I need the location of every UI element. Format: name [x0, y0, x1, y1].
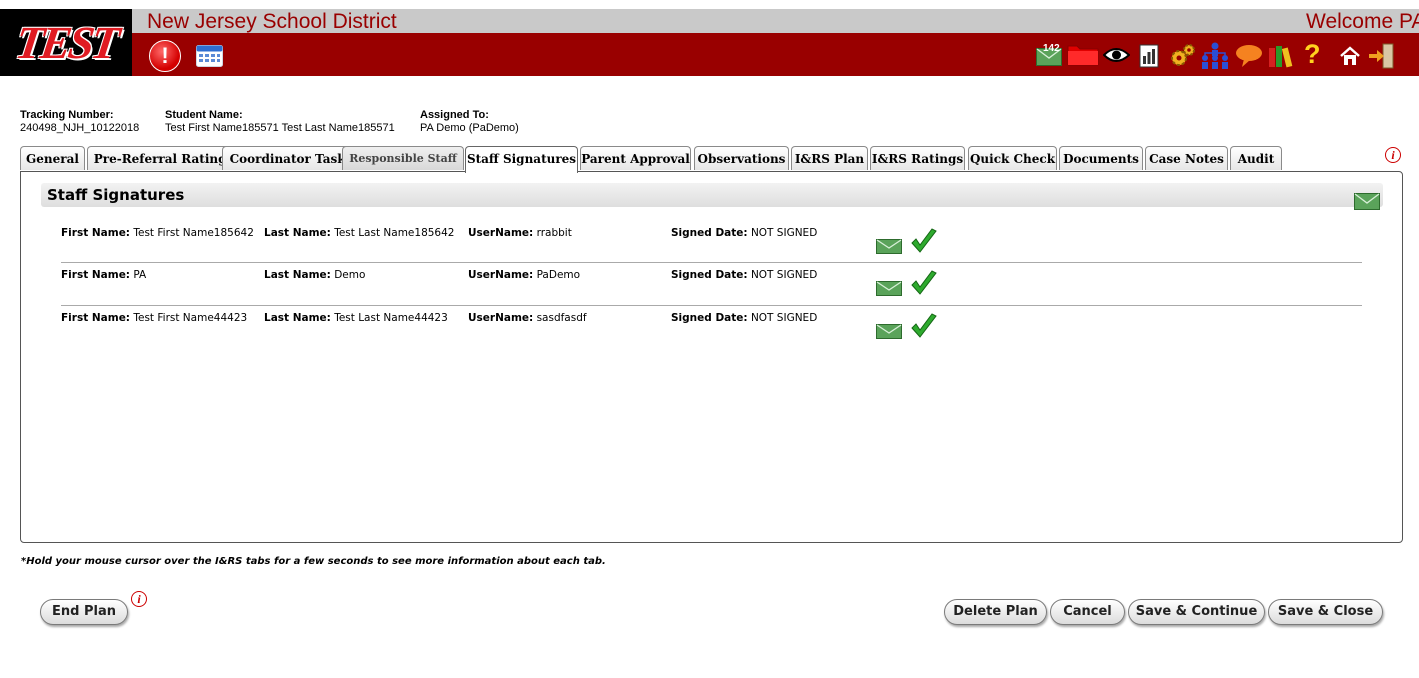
send-email-icon[interactable]: [876, 324, 902, 339]
sign-checkmark-icon[interactable]: [910, 270, 938, 297]
first-name-label: First Name:: [61, 227, 131, 239]
first-name-value: Test First Name44423: [133, 312, 248, 324]
district-name: New Jersey School District: [147, 10, 397, 33]
tab-pre-referral-ratings[interactable]: Pre-Referral Ratings: [87, 146, 240, 170]
username-label: UserName:: [468, 269, 534, 281]
tracking-number-label: Tracking Number:: [20, 109, 114, 121]
last-name-value: Test Last Name185642: [334, 227, 455, 239]
tab-observations[interactable]: Observations: [694, 146, 789, 170]
tracking-number: Tracking Number: 240498_NJH_10122018: [20, 109, 139, 135]
last-name-label: Last Name:: [264, 269, 331, 281]
logo[interactable]: TEST: [0, 9, 132, 76]
logo-text: TEST: [12, 17, 120, 68]
username-label: UserName:: [468, 312, 534, 324]
mail-count: 142: [1043, 43, 1060, 54]
first-name-field: First Name: PA: [61, 269, 146, 281]
signed-date-field: Signed Date: NOT SIGNED: [671, 227, 817, 239]
last-name-field: Last Name: Test Last Name44423: [264, 312, 448, 324]
username-field: UserName: PaDemo: [468, 269, 580, 281]
signed-date-label: Signed Date:: [671, 269, 748, 281]
calendar-icon[interactable]: [196, 43, 223, 67]
eye-icon[interactable]: [1103, 46, 1130, 64]
tab-hint-note: *Hold your mouse cursor over the I&RS ta…: [21, 556, 606, 567]
student-name-value: Test First Name185571 Test Last Name1855…: [165, 122, 395, 134]
username-value: PaDemo: [536, 269, 581, 281]
folder-icon[interactable]: [1067, 42, 1099, 66]
student-name-label: Student Name:: [165, 109, 243, 121]
alert-icon[interactable]: !: [149, 40, 181, 72]
signed-date-value: NOT SIGNED: [750, 269, 818, 281]
staff-signatures-panel: Staff Signatures First Name: Test First …: [20, 171, 1403, 543]
help-info-icon[interactable]: i: [1385, 147, 1401, 163]
last-name-field: Last Name: Test Last Name185642: [264, 227, 454, 239]
logout-icon[interactable]: [1368, 43, 1396, 69]
save-continue-button[interactable]: Save & Continue: [1128, 599, 1265, 625]
tab-audit[interactable]: Audit: [1230, 146, 1282, 170]
welcome-text: Welcome PA: [1306, 10, 1419, 33]
first-name-value: Test First Name185642: [133, 227, 254, 239]
section-title: Staff Signatures: [47, 186, 185, 204]
tab-quick-check[interactable]: Quick Check: [968, 146, 1057, 170]
username-value: sasdfasdf: [536, 312, 587, 324]
app-header: TEST New Jersey School District Welcome …: [0, 0, 1419, 76]
section-header: Staff Signatures: [41, 183, 1383, 207]
home-icon[interactable]: [1339, 46, 1361, 66]
signed-date-value: NOT SIGNED: [750, 227, 818, 239]
assigned-to-label: Assigned To:: [420, 109, 489, 121]
cancel-button[interactable]: Cancel: [1050, 599, 1125, 625]
assigned-to-value: PA Demo (PaDemo): [420, 122, 519, 134]
student-name: Student Name: Test First Name185571 Test…: [165, 109, 395, 135]
report-icon[interactable]: [1139, 44, 1159, 68]
sign-checkmark-icon[interactable]: [910, 228, 938, 255]
last-name-value: Test Last Name44423: [334, 312, 448, 324]
email-all-icon[interactable]: [1354, 193, 1380, 210]
first-name-field: First Name: Test First Name44423: [61, 312, 247, 324]
send-email-icon[interactable]: [876, 239, 902, 254]
last-name-value: Demo: [334, 269, 366, 281]
first-name-label: First Name:: [61, 269, 131, 281]
tab-staff-signatures[interactable]: Staff Signatures: [465, 146, 578, 173]
staff-row: First Name: Test First Name185642 Last N…: [61, 227, 1362, 263]
first-name-field: First Name: Test First Name185642: [61, 227, 254, 239]
staff-row: First Name: PA Last Name: Demo UserName:…: [61, 269, 1362, 306]
tab-responsible-staff[interactable]: Responsible Staff: [342, 146, 464, 170]
username-value: rrabbit: [536, 227, 572, 239]
first-name-label: First Name:: [61, 312, 131, 324]
tab-coordinator-tasks[interactable]: Coordinator Tasks: [222, 146, 360, 170]
save-close-button[interactable]: Save & Close: [1268, 599, 1383, 625]
tab-general[interactable]: General: [20, 146, 85, 170]
last-name-label: Last Name:: [264, 227, 331, 239]
tracking-number-value: 240498_NJH_10122018: [20, 122, 140, 134]
signed-date-label: Signed Date:: [671, 227, 748, 239]
tab-parent-approval[interactable]: Parent Approval: [580, 146, 691, 170]
staff-row: First Name: Test First Name44423 Last Na…: [61, 312, 1362, 348]
hierarchy-icon[interactable]: [1200, 42, 1230, 70]
tab-irs-ratings[interactable]: I&RS Ratings: [870, 146, 965, 170]
signed-date-field: Signed Date: NOT SIGNED: [671, 312, 817, 324]
tab-irs-plan[interactable]: I&RS Plan: [791, 146, 868, 170]
sign-checkmark-icon[interactable]: [910, 313, 938, 340]
username-field: UserName: rrabbit: [468, 227, 572, 239]
settings-gears-icon[interactable]: [1169, 43, 1196, 69]
last-name-label: Last Name:: [264, 312, 331, 324]
end-plan-button[interactable]: End Plan: [40, 599, 128, 625]
username-field: UserName: sasdfasdf: [468, 312, 587, 324]
signed-date-value: NOT SIGNED: [750, 312, 818, 324]
signed-date-field: Signed Date: NOT SIGNED: [671, 269, 817, 281]
books-icon[interactable]: [1268, 44, 1294, 68]
first-name-value: PA: [133, 269, 147, 281]
delete-plan-button[interactable]: Delete Plan: [944, 599, 1047, 625]
assigned-to: Assigned To: PA Demo (PaDemo): [420, 109, 519, 135]
last-name-field: Last Name: Demo: [264, 269, 365, 281]
mail-icon[interactable]: 142: [1036, 43, 1062, 70]
tab-case-notes[interactable]: Case Notes: [1145, 146, 1228, 170]
signed-date-label: Signed Date:: [671, 312, 748, 324]
chat-bubble-icon[interactable]: [1235, 44, 1263, 68]
end-plan-info-icon[interactable]: i: [131, 591, 147, 607]
username-label: UserName:: [468, 227, 534, 239]
send-email-icon[interactable]: [876, 281, 902, 296]
tab-documents[interactable]: Documents: [1059, 146, 1143, 170]
help-icon[interactable]: ?: [1304, 39, 1321, 69]
